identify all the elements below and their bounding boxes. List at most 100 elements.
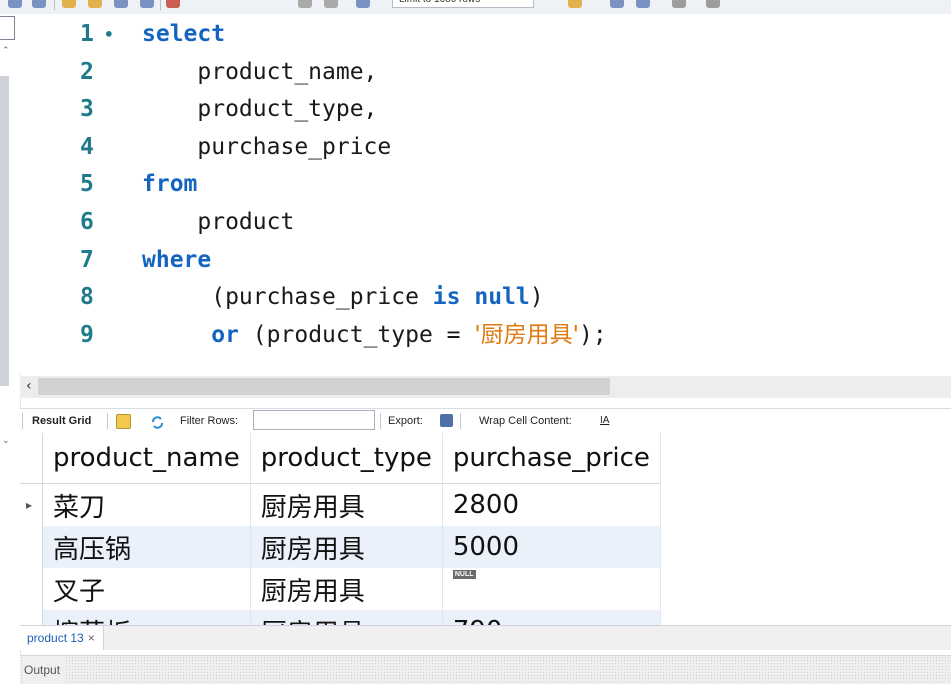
commit-icon[interactable] [298,0,312,8]
sql-string: '厨房用具' [474,321,580,348]
toolbar-separator [460,413,461,429]
row-gutter[interactable] [20,610,43,625]
new-tab-icon[interactable] [8,0,22,8]
row-gutter[interactable]: ▸ [20,483,43,526]
table-row[interactable]: 高压锅 厨房用具 5000 [20,526,661,568]
editor-toolbar: Limit to 1000 rows [0,0,951,15]
code-text: select [142,16,225,53]
line-number: 5 [80,171,94,198]
stop-icon[interactable] [140,0,154,8]
column-header-product-name[interactable]: product_name [42,433,251,484]
cell-purchase-price[interactable]: 2800 [442,483,661,526]
filter-rows-input[interactable] [253,410,375,430]
cell-purchase-price[interactable]: NULL [442,568,661,610]
code-line[interactable]: 1 • select [20,16,951,53]
cell-product-name[interactable]: 擦菜板 [42,610,251,625]
sql-keyword: or [211,321,239,348]
scroll-thumb[interactable] [38,378,610,395]
line-number: 6 [80,209,94,235]
table-row[interactable]: 擦菜板厨房用具790 [20,610,661,625]
code-text: product_name, [142,54,377,91]
collapse-icon[interactable]: ⌃ [2,46,10,56]
code-text: where [142,242,211,279]
code-line[interactable]: 5 from [20,166,951,203]
sql-text: (purchase_price [142,284,433,311]
cell-product-name[interactable]: 高压锅 [42,526,251,568]
execute-icon[interactable] [62,0,76,8]
output-label: Output [24,656,65,684]
code-line[interactable]: 3 product_type, [20,91,951,128]
result-grid-label[interactable]: Result Grid [32,409,91,433]
autocommit-icon[interactable] [356,0,370,8]
code-line[interactable]: 7 where [20,242,951,279]
filter-rows-label: Filter Rows: [180,415,239,427]
chevron-icon: ⌄ [2,436,10,446]
cell-product-type[interactable]: 厨房用具 [250,610,443,625]
line-number: 8 [80,284,94,311]
export-icon[interactable] [440,414,453,427]
wrap-cell-icon[interactable]: IA [600,409,609,433]
code-text: product [142,204,294,241]
invisible-chars-icon[interactable] [672,0,686,8]
sql-keyword: where [142,246,212,273]
cell-purchase-price[interactable]: 790 [442,610,661,625]
code-line[interactable]: 6 product [20,204,951,241]
tab-label: product 13 [27,631,84,645]
sql-keyword: null [474,284,530,311]
code-line[interactable]: 4 purchase_price [20,129,951,166]
result-toolbar: Result Grid Filter Rows: Export: Wrap Ce… [20,408,951,434]
statement-marker-icon: • [104,25,114,44]
tab-product-13[interactable]: product 13 × [20,626,104,650]
wrap-lines-icon[interactable] [706,0,720,8]
line-number: 1 [80,21,94,47]
save-icon[interactable] [32,0,46,8]
sql-editor[interactable]: 1 • select 2 product_name, 3 product_type, 4 … [20,14,951,374]
find-icon[interactable] [610,0,624,8]
sql-text: ) [529,284,544,311]
rollback-icon[interactable] [324,0,338,8]
code-text: purchase_price [142,129,391,166]
execute-current-icon[interactable] [88,0,102,8]
row-gutter[interactable] [20,568,43,610]
limit-rows-select[interactable]: Limit to 1000 rows [392,0,534,8]
toolbar-separator [22,413,23,429]
scroll-left-icon[interactable]: ‹ [26,376,32,396]
code-line[interactable]: 9 or (product_type = '厨房用具'); [20,317,951,354]
sql-keyword: from [142,171,198,198]
editor-horizontal-scrollbar[interactable]: ‹ [20,376,951,398]
column-header-product-type[interactable]: product_type [250,433,443,484]
cell-product-type[interactable]: 厨房用具 [250,483,443,526]
cell-purchase-price[interactable]: 5000 [442,526,661,568]
column-header-purchase-price[interactable]: purchase_price [442,433,661,484]
table-row[interactable]: 叉子 厨房用具 NULL [20,568,661,610]
cell-product-type[interactable]: 厨房用具 [250,526,443,568]
result-table: product_name product_type purchase_price… [20,433,661,625]
export-label: Export: [388,415,423,427]
error-toggle-icon[interactable] [166,0,180,8]
cell-product-name[interactable]: 叉子 [42,568,251,610]
close-icon[interactable]: × [88,631,95,645]
output-panel-header[interactable]: Output [20,655,951,684]
code-line[interactable]: 8 (purchase_price is null) [20,279,951,316]
row-gutter[interactable] [20,526,43,568]
search-icon[interactable] [636,0,650,8]
explain-icon[interactable] [114,0,128,8]
header-row: product_name product_type purchase_price [20,433,661,484]
left-scrollbar[interactable] [0,76,9,386]
wrap-cell-content-label: Wrap Cell Content: [479,415,572,427]
result-grid[interactable]: product_name product_type purchase_price… [20,433,951,625]
line-number: 9 [80,321,94,348]
cell-product-name[interactable]: 菜刀 [42,483,251,526]
table-row[interactable]: ▸ 菜刀 厨房用具 2800 [20,483,661,526]
line-number: 2 [80,58,94,85]
grid-view-icon[interactable] [116,414,131,429]
code-line[interactable]: 2 product_name, [20,54,951,91]
sql-text: product_type, [142,96,378,123]
beautify-icon[interactable] [568,0,582,8]
cell-product-type[interactable]: 厨房用具 [250,568,443,610]
toolbar-separator [54,0,55,10]
left-panel-strip: ⌃ ⌄ [0,14,21,683]
refresh-icon[interactable] [151,414,164,429]
